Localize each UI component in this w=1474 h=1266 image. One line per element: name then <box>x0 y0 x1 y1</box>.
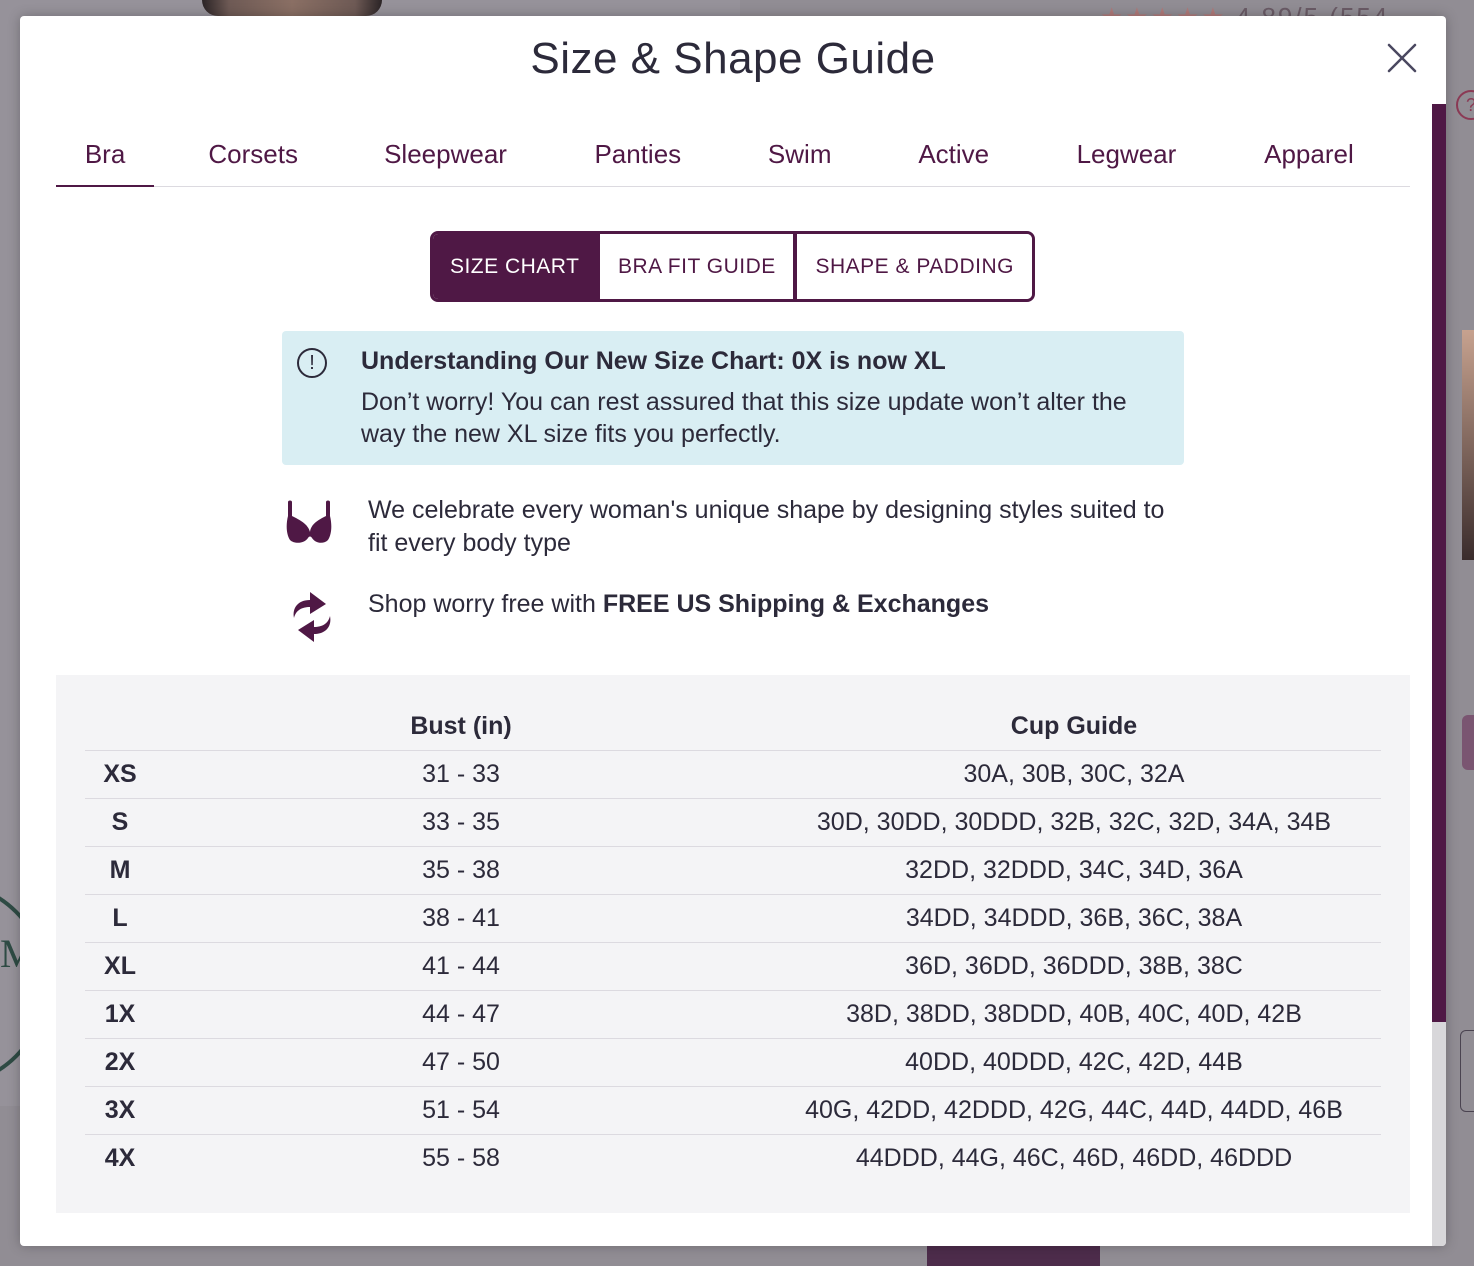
table-row: XS 31 - 33 30A, 30B, 30C, 32A <box>85 750 1381 799</box>
table-row: 2X 47 - 50 40DD, 40DDD, 42C, 42D, 44B <box>85 1038 1381 1087</box>
tab-swim[interactable]: Swim <box>737 126 863 186</box>
bust-cell: 55 - 58 <box>422 1144 500 1172</box>
size-cell: M <box>85 846 155 895</box>
feature-shipping-highlight: FREE US Shipping & Exchanges <box>602 590 989 618</box>
table-row: L 38 - 41 34DD, 34DDD, 36B, 36C, 38A <box>85 894 1381 943</box>
close-icon <box>1387 43 1417 73</box>
size-cell: 4X <box>104 1144 136 1172</box>
tab-corsets[interactable]: Corsets <box>154 126 352 186</box>
table-row: S 33 - 35 30D, 30DD, 30DDD, 32B, 32C, 32D,… <box>85 798 1381 847</box>
tab-legwear[interactable]: Legwear <box>1045 126 1208 186</box>
cup-guide-cell: 34DD, 34DDD, 36B, 36C, 38A <box>767 894 1381 943</box>
size-chart-panel: Bust (in) Cup Guide XS 31 - 33 30A, 30B, 3… <box>56 675 1410 1213</box>
bra-icon <box>286 500 332 543</box>
bust-cell: 38 - 41 <box>155 894 767 943</box>
table-header-row: Bust (in) Cup Guide <box>85 703 1381 751</box>
bra-fit-guide-button[interactable]: BRA FIT GUIDE <box>596 234 794 299</box>
bust-cell: 35 - 38 <box>155 846 767 895</box>
size-chart-body: XS 31 - 33 30A, 30B, 30C, 32A S 33 - 35 30D, … <box>85 750 1381 1183</box>
guide-segmented-control: SIZE CHART BRA FIT GUIDE SHAPE & PADDING <box>430 231 1035 302</box>
exchange-arrows-icon <box>293 592 331 642</box>
background-color-swatch <box>1462 715 1474 770</box>
background-model-photo <box>202 0 382 16</box>
feature-shipping-lead: Shop worry free with <box>368 590 603 618</box>
header-cup-guide: Cup Guide <box>767 703 1381 751</box>
table-row: 3X 51 - 54 40G, 42DD, 42DDD, 42G, 44C, 44D… <box>85 1086 1381 1135</box>
notice-title: Understanding Our New Size Chart: 0X is … <box>361 347 946 375</box>
size-cell: XL <box>85 942 155 991</box>
table-row: 4X 55 - 58 44DDD, 44G, 46C, 46D, 46DD, 46D… <box>85 1135 1381 1183</box>
size-guide-modal: Size & Shape Guide Bra Corsets Sleepwear… <box>20 16 1446 1246</box>
size-cell: S <box>85 798 155 847</box>
notice-body: Don’t worry! You can rest assured that t… <box>361 388 1127 448</box>
tab-active[interactable]: Active <box>863 126 1046 186</box>
size-cell: 1X <box>85 990 155 1039</box>
cup-guide-cell: 38D, 38DD, 38DDD, 40B, 40C, 40D, 42B <box>767 990 1381 1039</box>
cup-guide-cell: 30A, 30B, 30C, 32A <box>767 750 1381 799</box>
tab-bra[interactable]: Bra <box>56 126 155 187</box>
bust-cell: 47 - 50 <box>155 1038 767 1087</box>
tab-apparel[interactable]: Apparel <box>1208 126 1410 186</box>
bust-cell: 51 - 54 <box>155 1086 767 1135</box>
size-cell: L <box>85 894 155 943</box>
scrollbar-thumb[interactable] <box>1432 104 1446 1022</box>
bust-cell: 31 - 33 <box>155 750 767 799</box>
shape-padding-button[interactable]: SHAPE & PADDING <box>793 234 1032 299</box>
background-product-thumbnail <box>1462 330 1474 560</box>
question-icon: ? <box>1456 90 1474 120</box>
cup-guide-cell: 40DD, 40DDD, 42C, 42D, 44B <box>767 1038 1381 1087</box>
cup-guide-cell: 30D, 30DD, 30DDD, 32B, 32C, 32D, 34A, 34… <box>767 798 1381 847</box>
feature-shape-text: We celebrate every woman's unique shape … <box>368 496 1165 557</box>
header-bust: Bust (in) <box>155 703 767 751</box>
modal-title: Size & Shape Guide <box>530 34 936 83</box>
size-update-notice: ! Understanding Our New Size Chart: 0X i… <box>282 331 1184 465</box>
cup-guide-cell: 32DD, 32DDD, 34C, 34D, 36A <box>767 846 1381 895</box>
info-exclamation-icon: ! <box>297 348 327 378</box>
size-chart-table: Bust (in) Cup Guide XS 31 - 33 30A, 30B, 3… <box>85 703 1381 1182</box>
table-row: 1X 44 - 47 38D, 38DD, 38DDD, 40B, 40C, 40D… <box>85 990 1381 1039</box>
bust-cell: 41 - 44 <box>155 942 767 991</box>
close-button[interactable] <box>1386 42 1418 74</box>
tab-panties[interactable]: Panties <box>539 126 737 186</box>
table-row: M 35 - 38 32DD, 32DDD, 34C, 34D, 36A <box>85 846 1381 895</box>
size-chart-button[interactable]: SIZE CHART <box>433 234 597 299</box>
background-button-edge <box>1460 1030 1474 1112</box>
header-size <box>85 703 155 751</box>
cup-guide-cell: 44DDD, 44G, 46C, 46D, 46DD, 46DDD <box>855 1144 1293 1172</box>
size-cell: 3X <box>85 1086 155 1135</box>
bust-cell: 33 - 35 <box>155 798 767 847</box>
size-cell: XS <box>85 750 155 799</box>
feature-shipping-text: Shop worry free with FREE US Shipping & … <box>368 588 1188 621</box>
bust-cell: 44 - 47 <box>155 990 767 1039</box>
tab-sleepwear[interactable]: Sleepwear <box>352 126 538 186</box>
cup-guide-cell: 40G, 42DD, 42DDD, 42G, 44C, 44D, 44DD, 4… <box>767 1086 1381 1135</box>
size-cell: 2X <box>85 1038 155 1087</box>
cup-guide-cell: 36D, 36DD, 36DDD, 38B, 38C <box>767 942 1381 991</box>
table-row: XL 41 - 44 36D, 36DD, 36DDD, 38B, 38C <box>85 942 1381 991</box>
background-bottom-tile <box>927 1246 1100 1266</box>
category-tabs: Bra Corsets Sleepwear Panties Swim Activ… <box>56 126 1410 187</box>
